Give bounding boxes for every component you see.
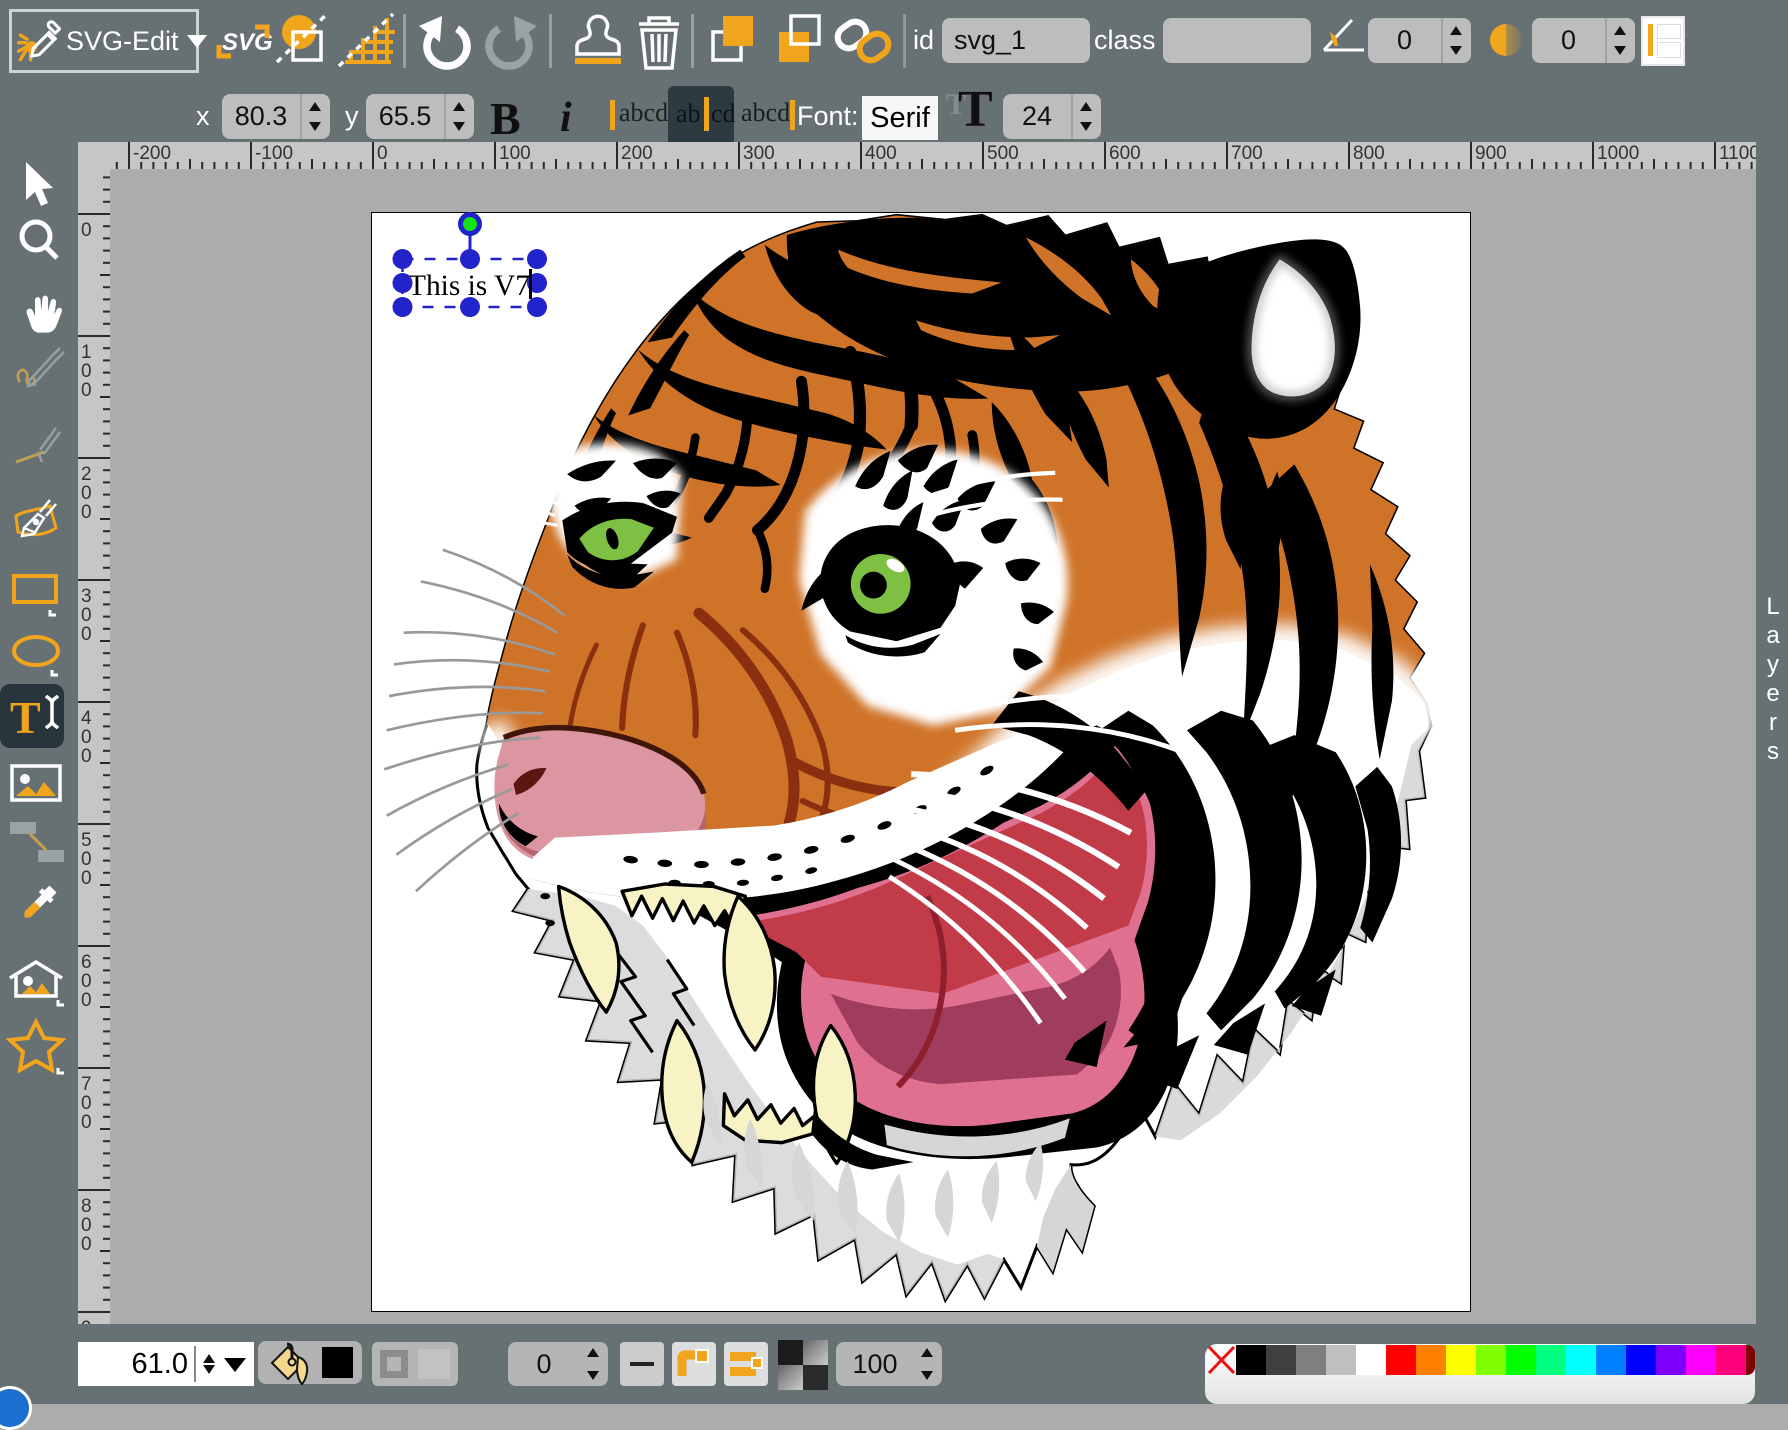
svg-text:1000: 1000 [1597,143,1639,164]
svg-text:400: 400 [865,143,897,164]
svg-text:600: 600 [81,952,92,1011]
svg-text:100: 100 [81,342,92,401]
svg-text:500: 500 [987,143,1019,164]
svg-text:700: 700 [81,1074,92,1133]
svg-text:800: 800 [1353,143,1385,164]
svg-text:300: 300 [81,586,92,645]
svg-text:-100: -100 [255,143,293,164]
svg-text:500: 500 [81,830,92,889]
svg-text:-200: -200 [133,143,171,164]
svg-text:600: 600 [1109,143,1141,164]
svg-text:0: 0 [81,220,92,241]
svg-text:100: 100 [499,143,531,164]
svg-text:400: 400 [81,708,92,767]
svg-text:800: 800 [81,1196,92,1255]
svg-text:200: 200 [621,143,653,164]
svg-text:300: 300 [743,143,775,164]
svg-text:0: 0 [377,143,388,164]
svg-text:200: 200 [81,464,92,523]
svg-text:T: T [10,692,41,743]
svg-text:900: 900 [1475,143,1507,164]
svg-text:700: 700 [1231,143,1263,164]
svg-text:1100: 1100 [1719,143,1756,164]
